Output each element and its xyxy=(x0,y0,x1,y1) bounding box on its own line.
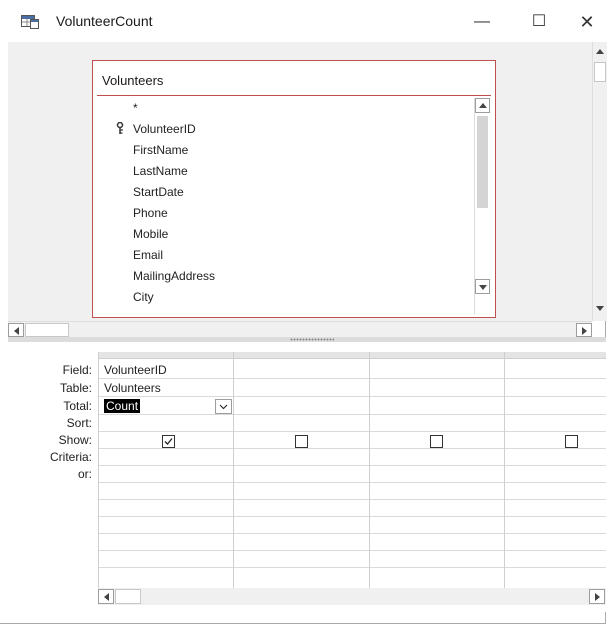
grid-row-line xyxy=(98,482,606,483)
scroll-up-arrow-icon xyxy=(479,103,487,108)
total-dropdown-button[interactable] xyxy=(215,399,232,414)
chevron-down-icon xyxy=(219,404,228,410)
window-title: VolunteerCount xyxy=(56,13,153,29)
field-list[interactable]: * VolunteerID FirstName LastName StartDa… xyxy=(97,97,477,313)
field-list-item[interactable]: StartDate xyxy=(133,185,184,199)
scrollbar-thumb[interactable] xyxy=(594,62,606,82)
scroll-down-arrow-icon[interactable] xyxy=(596,306,604,311)
maximize-button[interactable]: ☐ xyxy=(524,10,554,34)
row-label-table: Table: xyxy=(59,381,92,395)
grid-table-cell[interactable]: Volunteers xyxy=(104,381,161,395)
grid-row-line xyxy=(98,499,606,500)
grid-column-line[interactable] xyxy=(504,352,505,588)
row-label-field: Field: xyxy=(62,363,92,377)
show-checkbox[interactable] xyxy=(565,435,578,448)
scroll-right-button[interactable] xyxy=(576,323,592,337)
field-list-item[interactable]: Mobile xyxy=(133,227,168,241)
table-pane-vertical-scrollbar[interactable] xyxy=(592,42,607,321)
field-list-item-all[interactable]: * xyxy=(133,101,138,115)
row-label-show: Show: xyxy=(58,433,92,447)
table-pane-horizontal-scrollbar[interactable] xyxy=(8,321,592,338)
grid-scroll-thumb[interactable] xyxy=(115,589,141,604)
grid-row-line xyxy=(98,533,606,534)
field-list-item[interactable]: City xyxy=(133,290,154,304)
query-design-window: VolunteerCount — ☐ ✕ Volunteers * Volunt… xyxy=(0,0,607,624)
scroll-up-arrow-icon[interactable] xyxy=(596,49,604,54)
grid-row-line xyxy=(98,414,606,415)
grid-row-line xyxy=(98,378,606,379)
scroll-left-arrow-icon xyxy=(14,327,19,335)
grid-column-line[interactable] xyxy=(233,352,234,588)
grid-scroll-left-button[interactable] xyxy=(98,589,114,604)
field-list-scroll-up-button[interactable] xyxy=(475,98,490,113)
minimize-button[interactable]: — xyxy=(467,10,497,34)
grid-horizontal-scrollbar[interactable] xyxy=(98,588,606,605)
grid-field-cell[interactable]: VolunteerID xyxy=(104,363,167,377)
grid-row-line xyxy=(98,567,606,568)
row-label-or: or: xyxy=(77,467,92,481)
scroll-right-arrow-icon xyxy=(595,593,600,601)
title-bar[interactable]: VolunteerCount — ☐ ✕ xyxy=(0,0,606,42)
grid-scroll-right-button[interactable] xyxy=(589,589,605,604)
field-list-item[interactable]: MailingAddress xyxy=(133,269,215,283)
scroll-left-arrow-icon xyxy=(104,593,109,601)
grid-row-line xyxy=(98,465,606,466)
row-label-criteria: Criteria: xyxy=(49,450,92,464)
close-button[interactable]: ✕ xyxy=(572,10,602,34)
show-checkbox[interactable] xyxy=(430,435,443,448)
field-list-item[interactable]: LastName xyxy=(133,164,188,178)
table-name[interactable]: Volunteers xyxy=(102,73,163,88)
grid-row-line xyxy=(98,516,606,517)
grid-row-line xyxy=(98,550,606,551)
grid-row-line xyxy=(98,448,606,449)
scroll-left-button[interactable] xyxy=(8,323,24,337)
field-list-scroll-thumb[interactable] xyxy=(477,116,488,208)
field-list-item[interactable]: VolunteerID xyxy=(133,122,196,136)
grid-column-line xyxy=(98,352,99,588)
field-list-scroll-down-button[interactable] xyxy=(475,279,490,294)
scroll-right-arrow-icon xyxy=(582,327,587,335)
field-list-divider xyxy=(97,95,491,96)
show-checkbox[interactable] xyxy=(162,435,175,448)
field-list-item[interactable]: FirstName xyxy=(133,143,188,157)
field-list-item[interactable]: Email xyxy=(133,248,163,262)
scrollbar-thumb[interactable] xyxy=(25,323,69,337)
column-selector-bar[interactable] xyxy=(98,352,606,359)
grid-row-line xyxy=(98,431,606,432)
checkmark-icon xyxy=(164,438,173,445)
field-list-scrollbar[interactable] xyxy=(474,98,491,314)
grid-column-line[interactable] xyxy=(369,352,370,588)
primary-key-icon xyxy=(116,122,124,134)
splitter-grip-icon[interactable] xyxy=(290,338,334,341)
row-label-total: Total: xyxy=(63,399,92,413)
design-grid[interactable]: Field: Table: Total: Sort: Show: Criteri… xyxy=(8,342,606,612)
show-checkbox[interactable] xyxy=(295,435,308,448)
grid-row-line xyxy=(98,396,606,397)
grid-total-cell[interactable]: Count xyxy=(104,399,141,413)
row-label-sort: Sort: xyxy=(66,416,92,430)
query-icon xyxy=(21,15,39,29)
field-list-item[interactable]: Phone xyxy=(133,206,168,220)
scroll-down-arrow-icon xyxy=(479,285,487,290)
field-list-volunteers[interactable]: Volunteers * VolunteerID FirstName LastN… xyxy=(92,60,496,318)
